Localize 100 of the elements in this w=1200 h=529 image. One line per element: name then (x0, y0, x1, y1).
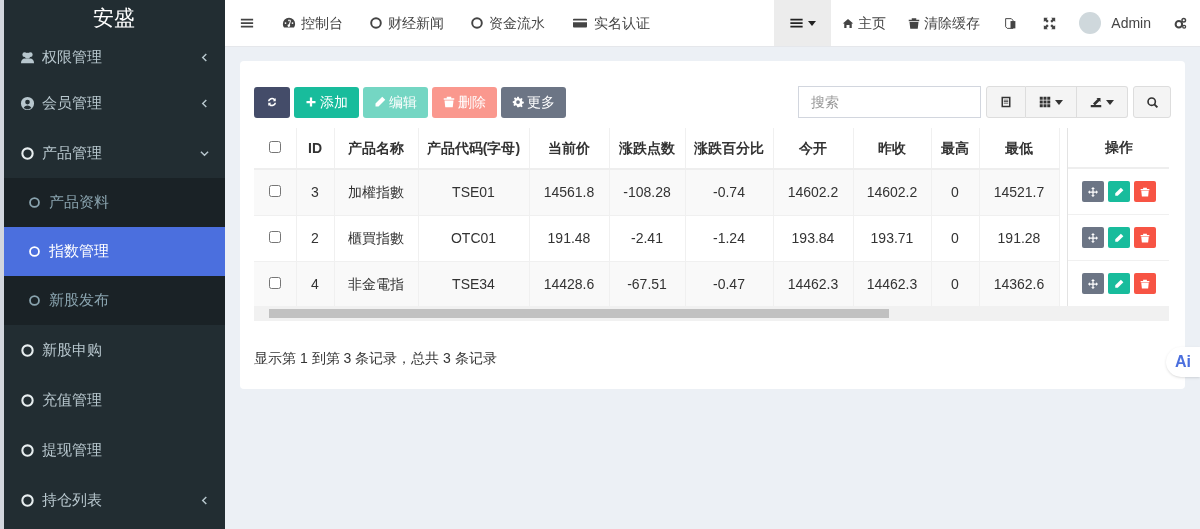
clear-cache-link[interactable]: 清除缓存 (897, 0, 992, 46)
row-checkbox[interactable] (268, 276, 281, 289)
drag-button[interactable] (1081, 227, 1104, 248)
delete-row-button[interactable] (1133, 181, 1156, 202)
app-title: 安盛 (93, 5, 136, 32)
fullscreen-icon (1043, 16, 1057, 30)
nav-tab[interactable]: 控制台 (269, 0, 356, 46)
column-header: 涨跌点数 (609, 128, 685, 169)
search-field[interactable]: 搜索 (798, 86, 981, 118)
table-cell: 櫃買指數 (334, 215, 418, 261)
edit-row-button[interactable] (1107, 181, 1130, 202)
circle-icon (369, 16, 383, 30)
more-button[interactable]: 更多 (501, 86, 566, 118)
pencil-icon (1113, 232, 1124, 243)
nav-tab[interactable]: 资金流水 (457, 0, 558, 46)
column-header: 最高 (931, 128, 979, 169)
circle-icon (27, 294, 41, 307)
circle-icon (470, 16, 484, 30)
plus-icon (305, 96, 317, 108)
ai-assistant-button[interactable]: Ai (1166, 347, 1200, 377)
delete-row-button[interactable] (1133, 227, 1156, 248)
trash-icon (1139, 232, 1150, 243)
table-cell: -1.24 (685, 215, 773, 261)
table-cell: -2.41 (609, 215, 685, 261)
search-icon (1145, 95, 1159, 109)
drag-button[interactable] (1081, 181, 1104, 202)
circle-icon (27, 196, 41, 209)
sidebar-item[interactable]: 会员管理 (3, 78, 225, 128)
trash-icon (908, 16, 921, 30)
credit-card-icon (571, 16, 589, 30)
table-cell: 14521.7 (979, 169, 1059, 215)
table-cell: OTC01 (418, 215, 529, 261)
table-cell: -0.74 (685, 169, 773, 215)
submenu-item[interactable]: 产品资料 (3, 178, 225, 227)
row-checkbox[interactable] (268, 230, 281, 243)
circle-icon (19, 492, 35, 508)
table-cell: 14602.2 (853, 169, 931, 215)
gear-icon (512, 96, 524, 108)
sidebar-item[interactable]: 提现管理 (3, 425, 225, 475)
delete-row-button[interactable] (1133, 273, 1156, 294)
trash-icon (443, 96, 455, 108)
select-all-checkbox[interactable] (268, 140, 281, 153)
submenu-item[interactable]: 新股发布 (3, 276, 225, 325)
column-header: 涨跌百分比 (685, 128, 773, 169)
table-cell: 191.48 (529, 215, 609, 261)
column-header: 最低 (979, 128, 1059, 169)
pencil-icon (1113, 278, 1124, 289)
users-icon (19, 49, 35, 65)
sidebar-item[interactable]: 权限管理 (3, 36, 225, 78)
caret-icon (808, 20, 817, 26)
export-icon (1090, 96, 1102, 108)
avatar-placeholder (1079, 12, 1102, 34)
table-cell: TSE01 (418, 169, 529, 215)
table-cell: 191.28 (979, 215, 1059, 261)
nav-tab[interactable]: 实名认证 (558, 0, 663, 46)
circle-icon (19, 342, 35, 358)
table-cell: 193.71 (853, 215, 931, 261)
menu-icon (789, 16, 805, 30)
circle-icon (19, 145, 35, 161)
search-button[interactable] (1133, 86, 1171, 118)
table-cell: 0 (931, 169, 979, 215)
toggle-view-button[interactable] (986, 86, 1026, 118)
table-cell: 14602.2 (773, 169, 853, 215)
column-header: ID (296, 128, 334, 169)
columns-button[interactable] (1026, 86, 1077, 118)
dashboard-icon (282, 16, 296, 30)
sidebar-item[interactable]: 产品管理 (3, 128, 225, 178)
refresh-button[interactable] (254, 86, 290, 118)
column-header: 产品代码(字母) (418, 128, 529, 169)
sidebar-item[interactable]: 持仓列表 (3, 475, 225, 525)
sidebar-item[interactable]: 充值管理 (3, 375, 225, 425)
settings-icon (1174, 16, 1187, 30)
row-checkbox[interactable] (268, 184, 281, 197)
grid-icon (1039, 96, 1051, 108)
list-icon (1000, 96, 1012, 108)
column-header: 当前价 (529, 128, 609, 169)
column-header: 昨收 (853, 128, 931, 169)
sidebar-item[interactable]: 新股申购 (3, 325, 225, 375)
home-icon (842, 16, 855, 30)
user-menu[interactable]: Admin (1069, 0, 1161, 46)
table-cell: 14561.8 (529, 169, 609, 215)
refresh-icon (266, 96, 278, 108)
table-cell: 加權指數 (334, 169, 418, 215)
home-link[interactable]: 主页 (831, 0, 898, 46)
pencil-icon (1113, 186, 1124, 197)
submenu-item[interactable]: 指数管理 (3, 227, 225, 276)
drag-button[interactable] (1081, 273, 1104, 294)
column-header: 产品名称 (334, 128, 418, 169)
horizontal-scrollbar[interactable] (254, 306, 1169, 321)
export-button[interactable] (1077, 86, 1128, 118)
list-toggle-button[interactable] (774, 0, 832, 46)
circle-icon (19, 392, 35, 408)
nav-tab[interactable]: 财经新闻 (356, 0, 457, 46)
column-header: 操作 (1104, 138, 1133, 157)
caret-icon (1055, 99, 1063, 105)
edit-row-button[interactable] (1107, 227, 1130, 248)
pagination-info: 显示第 1 到第 3 条记录，总共 3 条记录 (254, 350, 497, 366)
edit-row-button[interactable] (1107, 273, 1130, 294)
circle-icon (27, 245, 41, 258)
circle-icon (19, 442, 35, 458)
